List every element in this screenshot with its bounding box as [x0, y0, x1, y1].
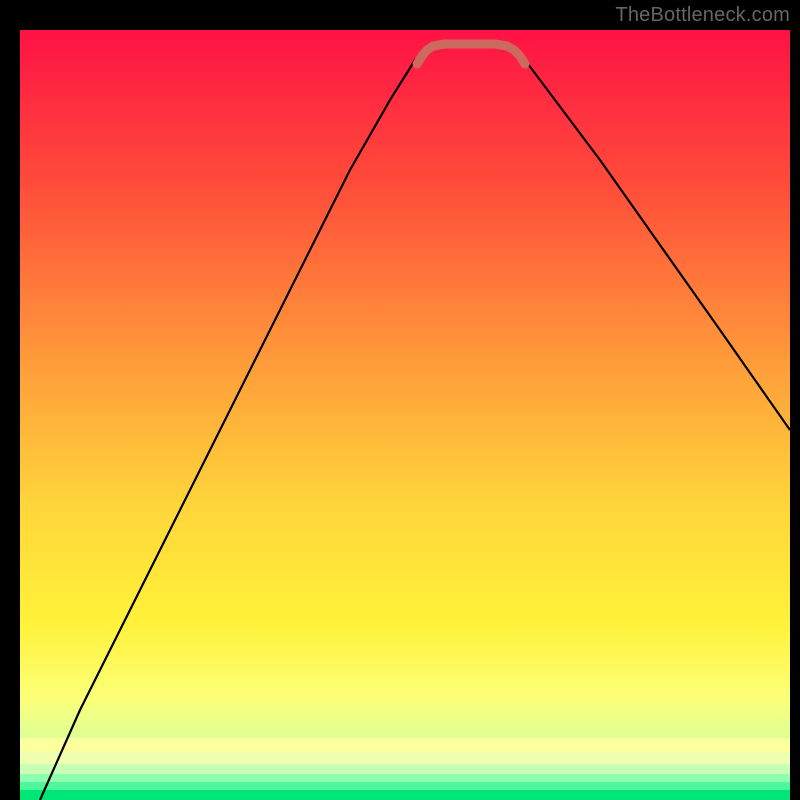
watermark-text: TheBottleneck.com [615, 4, 790, 27]
bottleneck-chart [0, 0, 800, 800]
bottom-band [20, 764, 790, 774]
bottom-band [20, 782, 790, 790]
bottom-band [20, 774, 790, 782]
bottom-band [20, 790, 790, 800]
plot-background [20, 30, 790, 800]
bottom-band [20, 738, 790, 752]
bottom-band [20, 752, 790, 764]
